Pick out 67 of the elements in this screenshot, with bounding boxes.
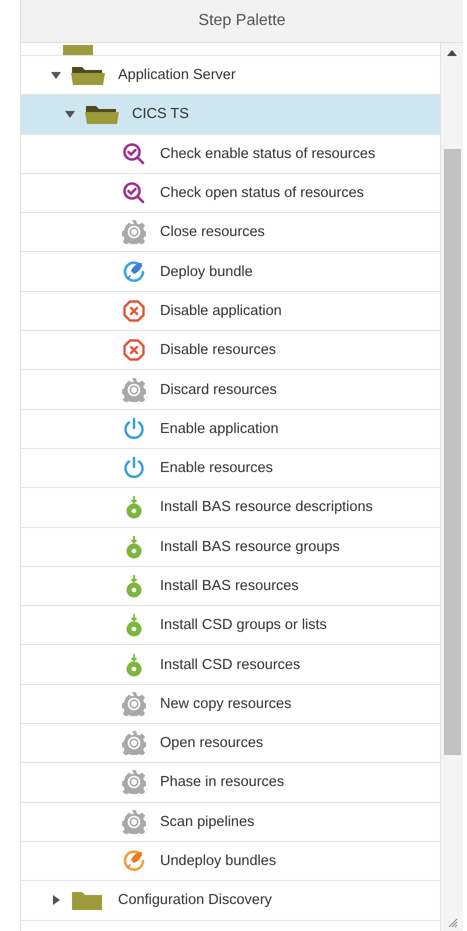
step-item[interactable]: Disable resources [21,331,440,370]
rocket-icon [122,260,146,284]
step-label: Close resources [160,224,265,240]
step-item[interactable]: Phase in resources [21,763,440,803]
step-item[interactable]: Open resources [21,724,440,764]
step-label: Check open status of resources [160,185,364,202]
power-icon [122,416,146,441]
step-item[interactable]: Close resources [21,213,440,252]
folder-item[interactable]: Configuration Discovery [21,881,440,921]
step-item[interactable]: Scan pipelines [21,802,440,842]
step-item[interactable]: Undeploy bundles [21,842,440,882]
scroll-up-icon[interactable] [447,49,457,57]
rocket-icon [122,849,146,874]
resize-grip-icon[interactable] [446,916,458,928]
step-label: Install BAS resource groups [160,538,340,555]
scrollbar-thumb[interactable] [444,149,460,755]
step-label: Deploy bundle [160,264,253,280]
folder-label: Application Server [118,67,236,84]
gear-icon [122,810,146,834]
step-item[interactable]: Enable resources [21,448,440,488]
step-item[interactable]: Install CSD resources [21,645,440,685]
folder-item[interactable]: CICS TS [21,95,440,135]
step-item[interactable]: Check open status of resources [21,174,440,214]
step-label: Install BAS resources [160,578,299,594]
step-label: Enable application [160,420,279,437]
step-label: Disable resources [160,342,276,358]
step-item[interactable]: Install CSD groups or lists [21,606,440,646]
folder-label: CICS TS [132,106,189,122]
gear-icon [122,220,146,244]
folder-icon [84,103,120,126]
magnifier-check-icon [122,181,146,206]
step-label: Open resources [160,735,264,752]
cancel-icon [122,338,146,362]
expand-icon[interactable] [50,894,62,906]
step-label: Undeploy bundles [160,853,276,870]
step-label: Phase in resources [160,774,284,790]
cancel-icon [122,298,146,323]
power-icon [122,456,146,480]
step-label: Enable resources [160,460,273,476]
collapse-icon[interactable] [64,108,76,120]
panel-title: Step Palette [21,0,463,43]
step-item[interactable]: Disable application [21,292,440,332]
scrollbar[interactable] [440,43,463,931]
folder-icon [70,64,106,86]
step-label: Scan pipelines [160,814,254,830]
step-label: Disable application [160,302,282,319]
step-item[interactable]: Deploy bundle [21,252,440,292]
step-label: Install CSD groups or lists [160,617,327,634]
step-label: Install CSD resources [160,656,300,673]
step-item[interactable]: New copy resources [21,684,440,724]
step-item[interactable]: Enable application [21,410,440,449]
folder-label: Configuration Discovery [118,892,272,908]
gear-icon [122,770,146,794]
magnifier-check-icon [122,142,146,166]
step-label: Install BAS resource descriptions [160,499,373,516]
step-item[interactable]: Discard resources [21,370,440,410]
step-item[interactable]: Install BAS resources [21,566,440,606]
gear-icon [122,692,146,716]
collapse-icon[interactable] [50,69,62,82]
step-label: New copy resources [160,696,292,712]
step-label: Check enable status of resources [160,146,376,162]
step-item[interactable]: Install BAS resource descriptions [21,488,440,528]
step-item[interactable]: Install BAS resource groups [21,528,440,567]
gear-icon [122,378,146,402]
gear-icon [122,731,146,756]
step-label: Discard resources [160,382,277,398]
step-item[interactable]: Check enable status of resources [21,134,440,174]
